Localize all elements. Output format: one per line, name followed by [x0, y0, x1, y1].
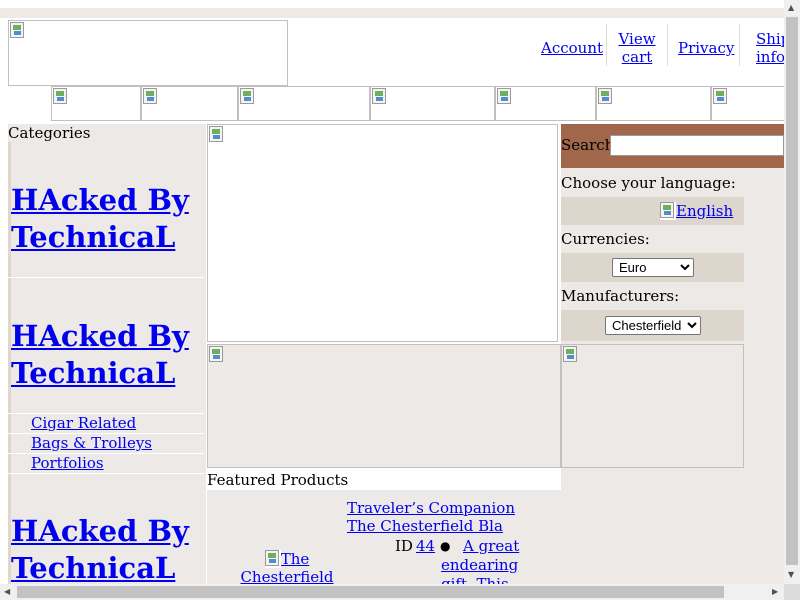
product-image-link[interactable]: The Chesterfield Black Umbrella [222, 550, 352, 584]
search-input[interactable] [610, 135, 784, 156]
category-tab-image[interactable] [141, 86, 238, 121]
horizontal-scroll-thumb[interactable] [17, 586, 724, 598]
promo-banner-image[interactable] [207, 344, 561, 468]
featured-product-name-link[interactable]: The Chesterfield Bla [347, 517, 503, 535]
categories-title: Categories [8, 124, 91, 142]
scroll-right-arrow-icon[interactable]: ▶ [772, 587, 778, 597]
product-id-link[interactable]: 44 [416, 537, 435, 555]
language-flag-link[interactable]: English [660, 202, 733, 220]
broken-image-icon [143, 88, 157, 104]
category-heading: HAcked By TechnicaL [11, 182, 201, 256]
category-tab-image[interactable] [238, 86, 370, 121]
broken-image-icon [713, 88, 727, 104]
page-viewport: Account View cart Privacy Shipping info … [0, 0, 784, 584]
broken-image-icon [598, 88, 612, 104]
currency-select[interactable]: Euro [612, 258, 694, 277]
main-banner-image[interactable] [207, 124, 558, 342]
category-heading-link[interactable]: HAcked By TechnicaL [11, 319, 189, 390]
category-heading-link[interactable]: HAcked By TechnicaL [11, 514, 189, 584]
manufacturer-select[interactable]: Chesterfield [605, 316, 701, 335]
shipping-link[interactable]: Shipping info [756, 30, 784, 66]
featured-products-title: Featured Products [207, 471, 349, 489]
broken-image-icon [209, 126, 223, 142]
broken-image-icon [240, 88, 254, 104]
vertical-scroll-thumb[interactable] [786, 17, 798, 565]
featured-product-title-link[interactable]: Traveler’s Companion [347, 499, 515, 517]
account-link[interactable]: Account [541, 39, 603, 57]
store-logo-image[interactable] [8, 20, 288, 86]
featured-products-header: Featured Products [207, 470, 561, 490]
product-description-link[interactable]: A great endearing gift. This black u [441, 537, 519, 584]
broken-image-icon [264, 550, 281, 568]
broken-image-icon [209, 346, 223, 362]
subcategory-link-portfolios[interactable]: Portfolios [31, 454, 104, 472]
category-heading: HAcked By TechnicaL [11, 513, 201, 584]
currencies-label: Currencies: [561, 230, 650, 248]
category-tab-image[interactable] [711, 86, 784, 121]
nav-divider [739, 24, 740, 66]
category-heading-link[interactable]: HAcked By TechnicaL [11, 183, 189, 254]
scrollbar-corner [784, 584, 800, 600]
category-tab-image[interactable] [370, 86, 495, 121]
broken-image-icon [497, 88, 511, 104]
product-image-alt-text[interactable]: The Chesterfield Black Umbrella [228, 550, 346, 584]
category-tab-image[interactable] [495, 86, 596, 121]
nav-divider [667, 24, 668, 66]
broken-image-icon [372, 88, 386, 104]
category-tab-image[interactable] [596, 86, 711, 121]
top-strip [0, 8, 784, 18]
flag-icon [660, 202, 676, 220]
broken-image-icon [10, 22, 24, 38]
category-divider [8, 277, 204, 278]
privacy-link[interactable]: Privacy [678, 39, 734, 57]
broken-image-icon [53, 88, 67, 104]
side-banner-image[interactable] [561, 344, 744, 468]
vertical-scrollbar[interactable]: ▲ ▼ [784, 0, 800, 584]
subcategory-link-bags-trolleys[interactable]: Bags & Trolleys [31, 434, 152, 452]
nav-divider [606, 24, 607, 66]
manufacturers-label: Manufacturers: [561, 287, 680, 305]
language-english-link[interactable]: English [676, 202, 733, 220]
category-tab-image[interactable] [51, 86, 141, 121]
broken-image-icon [563, 346, 577, 362]
scroll-up-arrow-icon[interactable]: ▲ [788, 3, 794, 13]
subcategory-link-cigar-related[interactable]: Cigar Related [31, 414, 136, 432]
view-cart-link[interactable]: View cart [616, 30, 658, 66]
horizontal-scrollbar[interactable]: ◀ ▶ [0, 584, 784, 600]
category-heading: HAcked By TechnicaL [11, 318, 201, 392]
category-divider [8, 473, 204, 474]
product-description: A great endearing gift. This black u [441, 537, 549, 584]
language-label: Choose your language: [561, 174, 736, 192]
scroll-down-arrow-icon[interactable]: ▼ [788, 570, 794, 580]
product-id-label: ID [395, 537, 413, 555]
scroll-left-arrow-icon[interactable]: ◀ [4, 587, 10, 597]
